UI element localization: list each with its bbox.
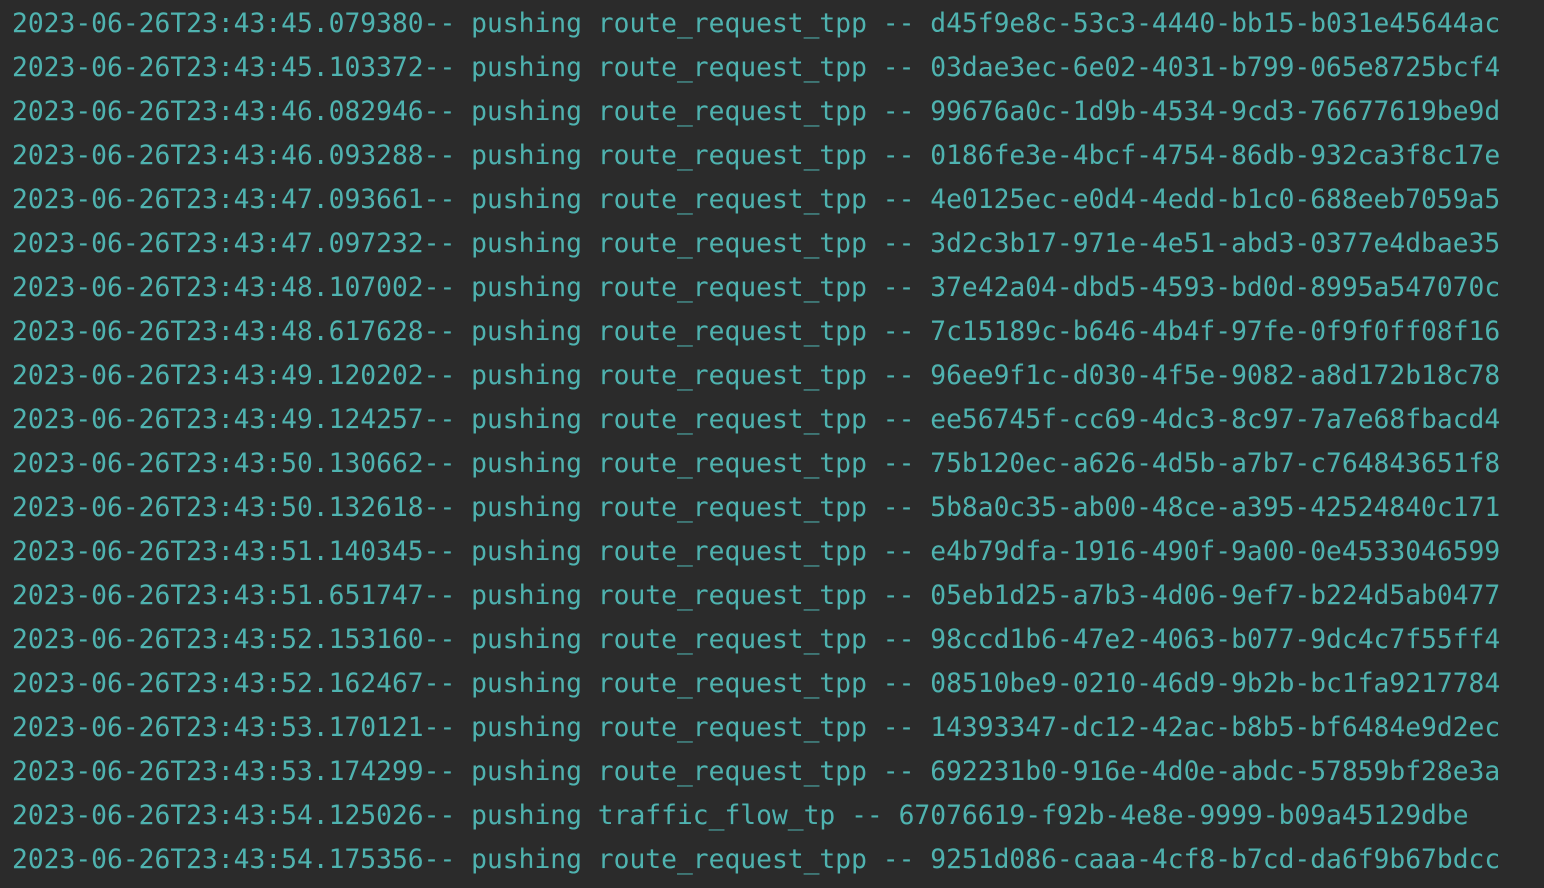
log-line: 2023-06-26T23:43:48.107002-- pushing rou… <box>12 273 1501 303</box>
log-line: 2023-06-26T23:43:50.130662-- pushing rou… <box>12 449 1501 479</box>
log-line: 2023-06-26T23:43:47.097232-- pushing rou… <box>12 229 1501 259</box>
log-line: 2023-06-26T23:43:54.175356-- pushing rou… <box>12 845 1501 875</box>
log-line: 2023-06-26T23:43:51.651747-- pushing rou… <box>12 581 1501 611</box>
log-line: 2023-06-26T23:43:48.617628-- pushing rou… <box>12 317 1501 347</box>
log-line: 2023-06-26T23:43:45.103372-- pushing rou… <box>12 53 1501 83</box>
log-line: 2023-06-26T23:43:46.082946-- pushing rou… <box>12 97 1501 127</box>
log-line: 2023-06-26T23:43:49.120202-- pushing rou… <box>12 361 1501 391</box>
log-line: 2023-06-26T23:43:52.153160-- pushing rou… <box>12 625 1501 655</box>
log-line: 2023-06-26T23:43:53.174299-- pushing rou… <box>12 757 1501 787</box>
log-line: 2023-06-26T23:43:51.140345-- pushing rou… <box>12 537 1501 567</box>
log-line: 2023-06-26T23:43:46.093288-- pushing rou… <box>12 141 1501 171</box>
console-output: 2023-06-26T23:43:45.079380-- pushing rou… <box>0 0 1544 888</box>
log-line: 2023-06-26T23:43:45.079380-- pushing rou… <box>12 9 1501 39</box>
log-line: 2023-06-26T23:43:53.170121-- pushing rou… <box>12 713 1501 743</box>
log-line: 2023-06-26T23:43:50.132618-- pushing rou… <box>12 493 1501 523</box>
log-line: 2023-06-26T23:43:54.125026-- pushing tra… <box>12 801 1469 831</box>
log-line: 2023-06-26T23:43:49.124257-- pushing rou… <box>12 405 1501 435</box>
log-line: 2023-06-26T23:43:47.093661-- pushing rou… <box>12 185 1501 215</box>
log-line: 2023-06-26T23:43:52.162467-- pushing rou… <box>12 669 1501 699</box>
